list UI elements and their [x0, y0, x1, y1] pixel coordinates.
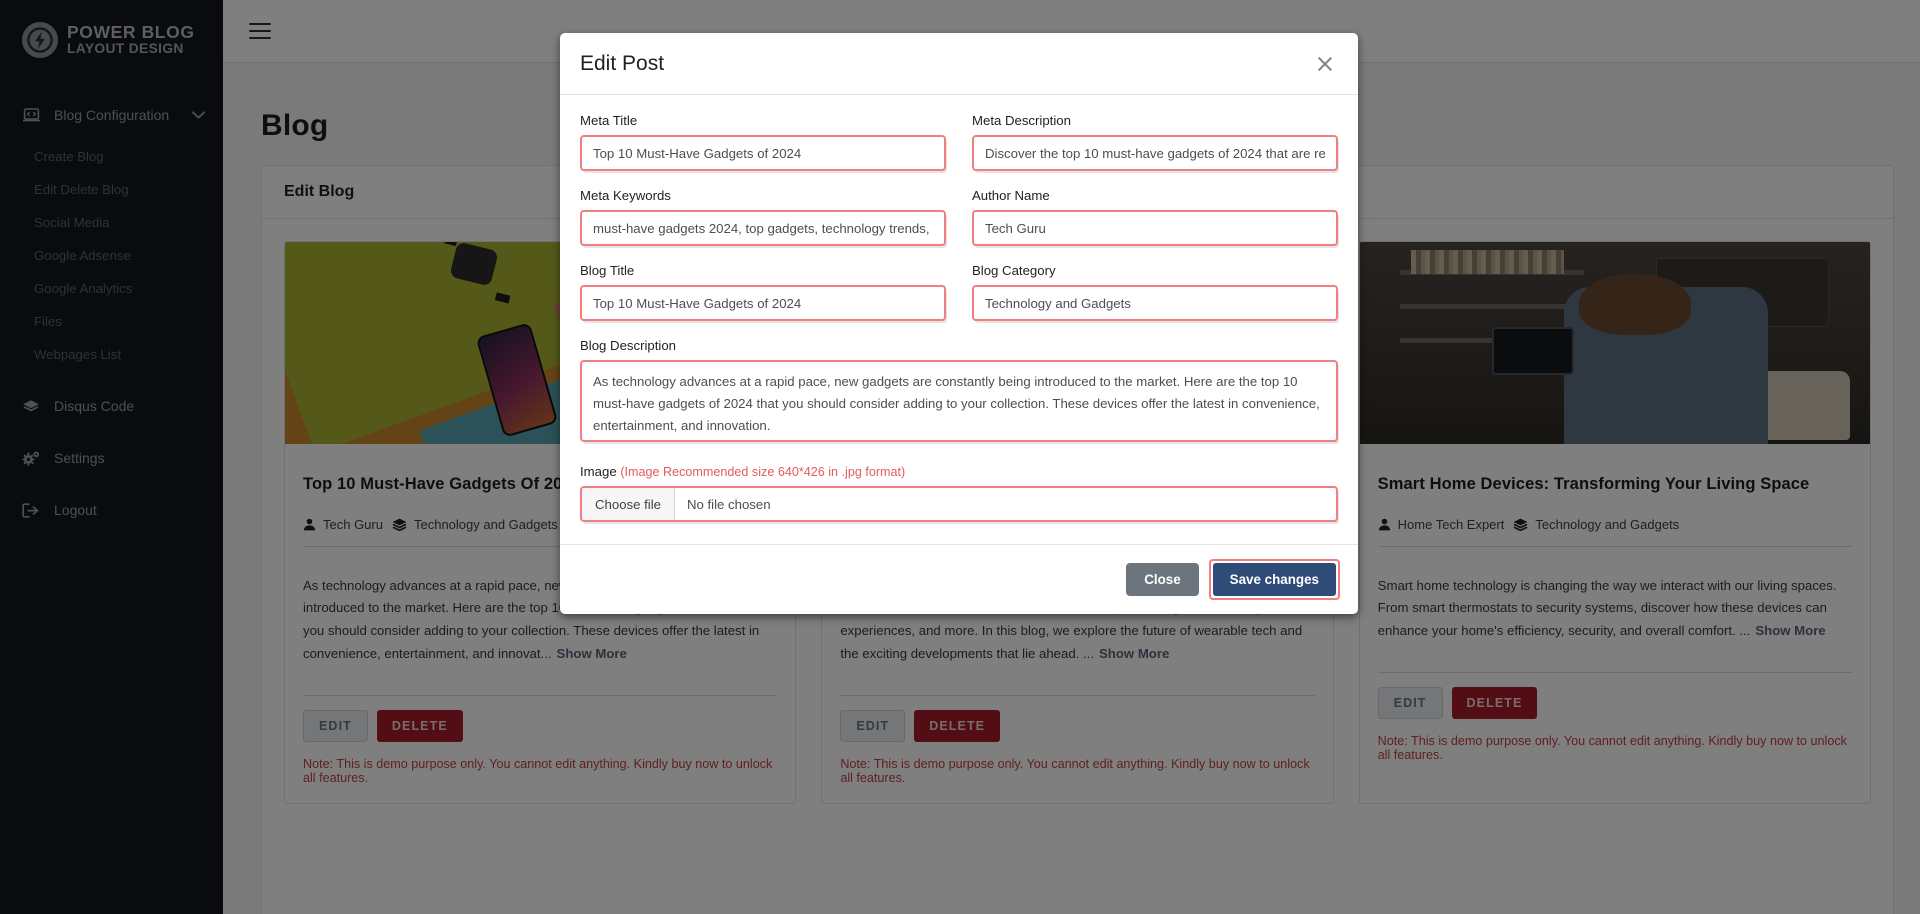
- meta-keywords-label: Meta Keywords: [580, 188, 946, 203]
- field-blog-description: Blog Description: [580, 338, 1338, 447]
- meta-title-label: Meta Title: [580, 113, 946, 128]
- save-changes-highlight: Save changes: [1209, 559, 1340, 600]
- image-hint: (Image Recommended size 640*426 in .jpg …: [620, 465, 905, 479]
- blog-title-input[interactable]: [580, 285, 946, 321]
- field-image: Image (Image Recommended size 640*426 in…: [580, 464, 1338, 522]
- author-name-input[interactable]: [972, 210, 1338, 246]
- form-row-1: Meta Title Meta Description: [580, 113, 1338, 188]
- meta-description-label: Meta Description: [972, 113, 1338, 128]
- meta-title-input[interactable]: [580, 135, 946, 171]
- blog-category-label: Blog Category: [972, 263, 1338, 278]
- field-meta-title: Meta Title: [580, 113, 946, 171]
- image-label-text: Image: [580, 464, 617, 479]
- blog-category-input[interactable]: [972, 285, 1338, 321]
- choose-file-button[interactable]: Choose file: [582, 488, 675, 520]
- image-label: Image (Image Recommended size 640*426 in…: [580, 464, 1338, 479]
- save-changes-button[interactable]: Save changes: [1213, 563, 1336, 596]
- field-blog-category: Blog Category: [972, 263, 1338, 321]
- file-status-text: No file chosen: [675, 488, 783, 520]
- blog-title-label: Blog Title: [580, 263, 946, 278]
- field-meta-description: Meta Description: [972, 113, 1338, 171]
- close-button[interactable]: Close: [1126, 563, 1198, 596]
- blog-description-label: Blog Description: [580, 338, 1338, 353]
- meta-keywords-input[interactable]: [580, 210, 946, 246]
- modal-title: Edit Post: [580, 52, 664, 76]
- form-row-2: Meta Keywords Author Name: [580, 188, 1338, 263]
- blog-description-textarea[interactable]: [580, 360, 1338, 442]
- field-blog-title: Blog Title: [580, 263, 946, 321]
- close-icon[interactable]: [1312, 51, 1338, 77]
- image-file-input[interactable]: Choose file No file chosen: [580, 486, 1338, 522]
- meta-description-input[interactable]: [972, 135, 1338, 171]
- author-name-label: Author Name: [972, 188, 1338, 203]
- edit-post-modal: Edit Post Meta Title Meta Description Me…: [560, 33, 1358, 614]
- form-row-3: Blog Title Blog Category: [580, 263, 1338, 338]
- field-meta-keywords: Meta Keywords: [580, 188, 946, 246]
- modal-footer: Close Save changes: [560, 544, 1358, 614]
- app-root: POWER BLOG LAYOUT DESIGN Blog Configurat…: [0, 0, 1920, 914]
- field-author-name: Author Name: [972, 188, 1338, 246]
- modal-body: Meta Title Meta Description Meta Keyword…: [560, 95, 1358, 544]
- modal-header: Edit Post: [560, 33, 1358, 95]
